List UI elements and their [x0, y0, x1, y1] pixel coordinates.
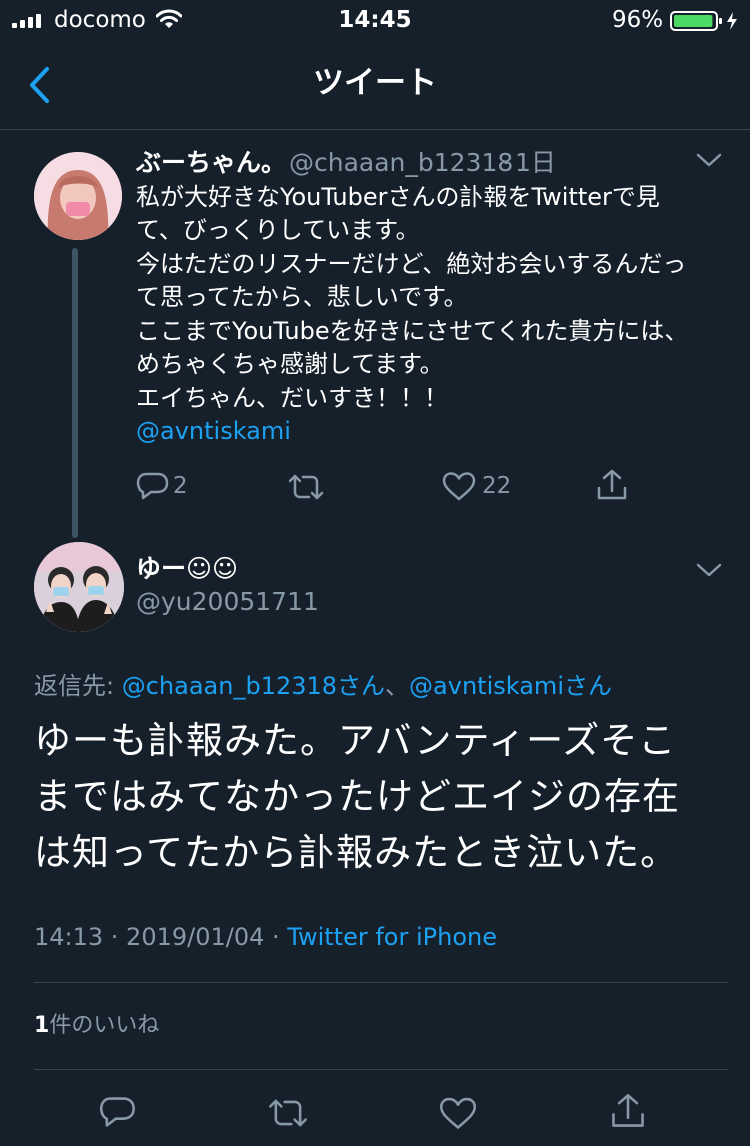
tweet-source-link[interactable]: Twitter for iPhone: [287, 923, 497, 951]
likes-count: 1: [34, 1013, 50, 1038]
avatar[interactable]: [34, 542, 124, 632]
tweet-text-line: めちゃくちゃ感謝してます。: [136, 350, 444, 378]
tweet-text-line: エイちゃん、だいすき！！！: [136, 384, 448, 412]
heart-icon: [439, 1097, 477, 1129]
author-name[interactable]: ぶーちゃん。: [136, 146, 286, 180]
mention-link[interactable]: @avntiskami: [136, 415, 291, 449]
tweet-text-line: は知ってたから訃報みたとき泣いた。: [34, 831, 679, 874]
reply-mention-link[interactable]: @avntiskamiさん: [409, 672, 612, 700]
like-count: 22: [482, 473, 512, 499]
tweet-time: 1日: [515, 148, 556, 177]
like-button[interactable]: [442, 471, 476, 501]
handle-time-separator: ·: [502, 148, 510, 177]
tweet-text-line: て、びっくりしています。: [136, 216, 420, 244]
retweet-button[interactable]: [267, 1096, 309, 1130]
replying-to: 返信先: @chaaan_b12318さん、@avntiskamiさん: [34, 670, 612, 702]
tweet-metadata: 14:13 · 2019/01/04 · Twitter for iPhone: [34, 921, 497, 953]
tweet-text-line: 今はただのリスナーだけど、絶対お会いするんだっ: [136, 250, 687, 278]
battery-icon: [670, 10, 742, 32]
heart-icon: [442, 472, 476, 501]
replying-to-label: 返信先:: [34, 672, 122, 700]
like-button[interactable]: [439, 1096, 477, 1130]
status-bar: docomo 14:45 96%: [0, 0, 750, 40]
author-name[interactable]: ゆー☺☺: [136, 552, 238, 586]
divider: [34, 1069, 728, 1070]
share-button[interactable]: [610, 1092, 646, 1130]
battery-percentage: 96%: [612, 7, 664, 33]
reply-button[interactable]: [136, 470, 170, 502]
author-handle[interactable]: @yu20051711: [136, 585, 319, 619]
divider: [34, 982, 728, 983]
author-handle[interactable]: @chaaan_b12318: [289, 146, 513, 180]
tweet-text-line: まではみてなかったけどエイジの存在: [34, 775, 680, 818]
reply-button[interactable]: [99, 1094, 137, 1130]
retweet-button[interactable]: [287, 472, 325, 502]
reply-icon: [136, 472, 169, 500]
avatar[interactable]: [34, 152, 122, 240]
share-icon: [597, 469, 627, 500]
reply-icon: [99, 1097, 135, 1127]
chevron-down-icon[interactable]: [696, 562, 722, 578]
tweet-text-line: ここまでYouTubeを好きにさせてくれた貴方には、: [136, 317, 689, 345]
retweet-icon: [288, 474, 324, 500]
retweet-icon: [269, 1099, 307, 1127]
page-title: ツイート: [313, 65, 437, 101]
tweet-text-line: ゆーも訃報みた。アバンティーズそこ: [34, 719, 677, 762]
tweet-timestamp: 14:13 · 2019/01/04 ·: [34, 923, 288, 951]
navigation-bar: ツイート: [0, 40, 750, 130]
thread-connector-line: [72, 248, 78, 538]
tweet-text-line: 私が大好きなYouTuberさんの訃報をTwitterで見: [136, 183, 660, 211]
likes-summary[interactable]: 1件のいいね: [34, 1010, 159, 1042]
chevron-down-icon[interactable]: [696, 152, 722, 168]
tweet-text-line: て思ってたから、悲しいです。: [136, 283, 468, 311]
reply-count: 2: [173, 473, 188, 499]
likes-label: 件のいいね: [49, 1013, 160, 1038]
reply-separator: 、: [385, 672, 410, 700]
share-button[interactable]: [596, 468, 628, 502]
reply-mention-link[interactable]: @chaaan_b12318さん: [122, 672, 385, 700]
share-icon: [612, 1094, 644, 1127]
